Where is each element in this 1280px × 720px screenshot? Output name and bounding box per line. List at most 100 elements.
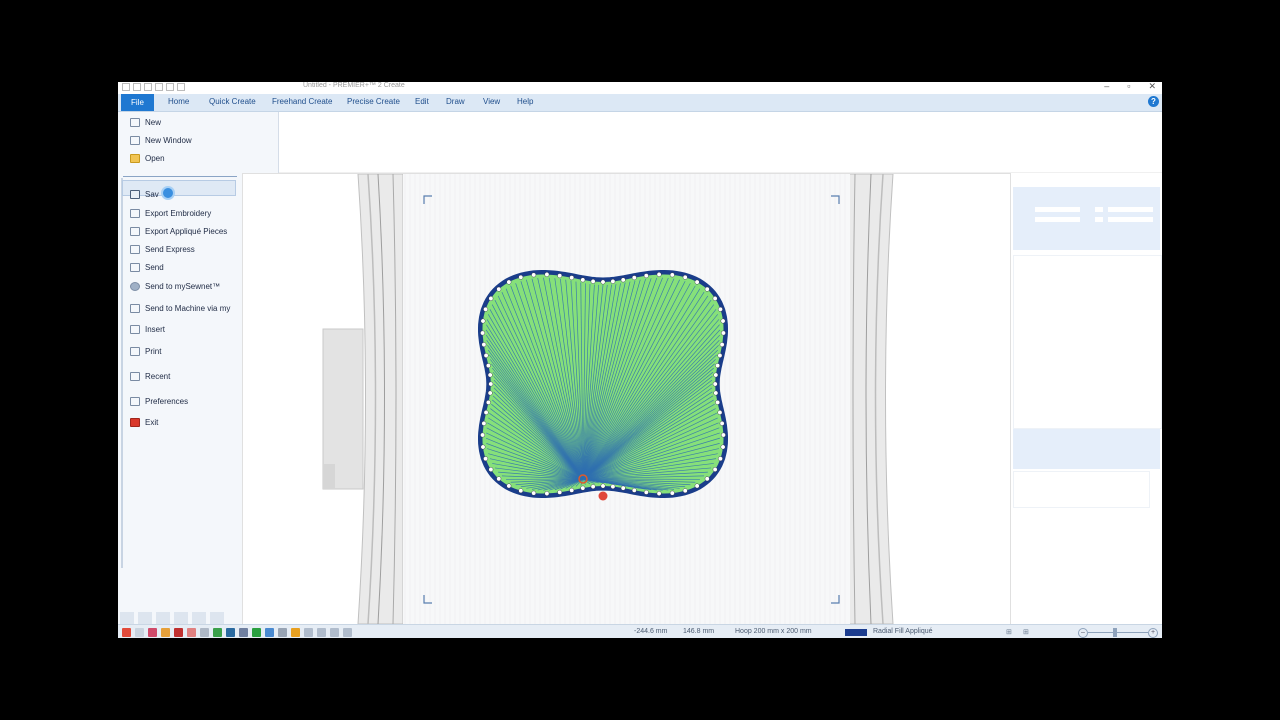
menu-bottom-button[interactable] [120, 612, 134, 624]
menu-item-export-applique[interactable]: Export Appliqué Pieces [130, 227, 227, 236]
menu-item-send-mysewnet[interactable]: Send to mySewnet™ [130, 282, 220, 291]
export-applique-icon [130, 227, 140, 236]
frame-icon[interactable] [304, 628, 313, 637]
machine-icon [130, 304, 140, 313]
send-express-icon [130, 245, 140, 254]
menu-bottom-button[interactable] [156, 612, 170, 624]
insert-icon [130, 325, 140, 334]
quick-access-toolbar [122, 83, 185, 91]
right-panel [1011, 187, 1162, 627]
menu-item-label: Send Express [145, 245, 195, 254]
minimize-icon[interactable]: – [1104, 82, 1109, 92]
status-toolbar [122, 628, 352, 637]
close-icon[interactable]: ✕ [1148, 82, 1156, 92]
zoom-slider[interactable]: – + [1078, 628, 1158, 638]
menu-bottom-button[interactable] [192, 612, 206, 624]
menu-item-label: Exit [145, 418, 159, 427]
redo-icon[interactable] [177, 83, 185, 91]
color-icon[interactable] [187, 628, 196, 637]
new-document-icon [130, 118, 140, 127]
tab-freehand-create[interactable]: Freehand Create [272, 97, 332, 106]
cursor-x-coordinate: -244.6 mm [634, 628, 668, 635]
open-icon[interactable] [144, 83, 152, 91]
needle-icon[interactable] [148, 628, 157, 637]
points-icon[interactable] [239, 628, 248, 637]
menu-bottom-button[interactable] [174, 612, 188, 624]
menu-bottom-button[interactable] [210, 612, 224, 624]
menu-item-label: New Window [145, 136, 192, 145]
menu-item-label: Export Appliqué Pieces [145, 227, 228, 236]
grid-icon[interactable] [200, 628, 209, 637]
tab-home[interactable]: Home [168, 97, 189, 106]
tab-draw[interactable]: Draw [446, 97, 465, 106]
tab-help[interactable]: Help [517, 97, 533, 106]
maximize-icon[interactable]: ▫ [1127, 82, 1130, 92]
stop-icon[interactable] [174, 628, 183, 637]
hoop-size: Hoop 200 mm x 200 mm [735, 628, 812, 635]
app-icon[interactable] [122, 83, 130, 91]
exit-icon [130, 418, 140, 427]
menu-item-label: Recent [145, 372, 171, 381]
mirror-icon[interactable] [330, 628, 339, 637]
menu-item-insert[interactable]: Insert [130, 325, 165, 334]
stitch-type: Radial Fill Appliqué [873, 628, 933, 635]
zoom-fit-icon[interactable]: ⊞ [1006, 628, 1012, 636]
menu-item-send[interactable]: Send [130, 263, 164, 272]
tab-precise-create[interactable]: Precise Create [347, 97, 400, 106]
application-window: Untitled - PREMIER+™ 2 Create – ▫ ✕ File… [118, 82, 1162, 638]
add-icon[interactable] [252, 628, 261, 637]
thread-icon[interactable] [161, 628, 170, 637]
menu-item-export-embroidery[interactable]: Export Embroidery [130, 209, 211, 218]
export-embroidery-icon [130, 209, 140, 218]
menu-item-send-express[interactable]: Send Express [130, 245, 195, 254]
menu-item-recent[interactable]: Recent [130, 372, 170, 381]
menu-item-send-machine[interactable]: Send to Machine via my [130, 304, 230, 313]
save-icon[interactable] [155, 83, 163, 91]
zoom-out-icon[interactable]: – [1078, 628, 1088, 638]
menu-bottom-button[interactable] [138, 612, 152, 624]
menu-item-label: New [145, 118, 162, 127]
menu-item-new[interactable]: New [130, 118, 161, 127]
menu-item-new-window[interactable]: New Window [130, 136, 192, 145]
undo-icon[interactable] [166, 83, 174, 91]
applique-design[interactable] [478, 270, 728, 501]
new-icon[interactable] [133, 83, 141, 91]
select-icon[interactable] [226, 628, 235, 637]
design-canvas[interactable] [242, 173, 1011, 625]
window-title: Untitled - PREMIER+™ 2 Create [303, 82, 405, 89]
new-window-icon [130, 136, 140, 145]
thread-color-swatch [845, 629, 867, 636]
move-icon[interactable] [213, 628, 222, 637]
ribbon-tabs: File Home Quick Create Freehand Create P… [118, 94, 1162, 112]
panel-section [1013, 429, 1160, 469]
hoop-icon[interactable] [265, 628, 274, 637]
tab-file[interactable]: File [121, 94, 154, 111]
stitch-start-marker[interactable] [598, 491, 608, 501]
save-icon [130, 190, 140, 199]
menu-item-print[interactable]: Print [130, 347, 161, 356]
page-icon[interactable] [135, 628, 144, 637]
help-icon[interactable]: ? [1148, 96, 1159, 107]
highlight-icon[interactable] [291, 628, 300, 637]
menu-item-preferences[interactable]: Preferences [130, 397, 188, 406]
tab-edit[interactable]: Edit [415, 97, 429, 106]
ribbon-body [278, 112, 1162, 173]
tab-quick-create[interactable]: Quick Create [209, 97, 256, 106]
rotate-icon[interactable] [317, 628, 326, 637]
tab-view[interactable]: View [483, 97, 500, 106]
zoom-in-icon[interactable]: + [1148, 628, 1158, 638]
menu-item-label: Sav [145, 190, 159, 199]
stitch-icon[interactable] [122, 628, 131, 637]
zoom-icon[interactable] [278, 628, 287, 637]
menu-item-open[interactable]: Open [130, 154, 165, 163]
menu-item-exit[interactable]: Exit [130, 418, 158, 427]
menu-item-label: Print [145, 347, 162, 356]
grid-toggle-icon[interactable]: ⊞ [1023, 628, 1029, 636]
layers-icon[interactable] [343, 628, 352, 637]
menu-item-save[interactable]: Sav [130, 190, 159, 199]
menu-item-label: Open [145, 154, 165, 163]
window-controls: – ▫ ✕ [1104, 82, 1156, 92]
zoom-thumb[interactable] [1113, 628, 1117, 637]
menu-item-label: Send to mySewnet™ [145, 282, 221, 291]
title-bar: Untitled - PREMIER+™ 2 Create – ▫ ✕ [118, 82, 1162, 94]
